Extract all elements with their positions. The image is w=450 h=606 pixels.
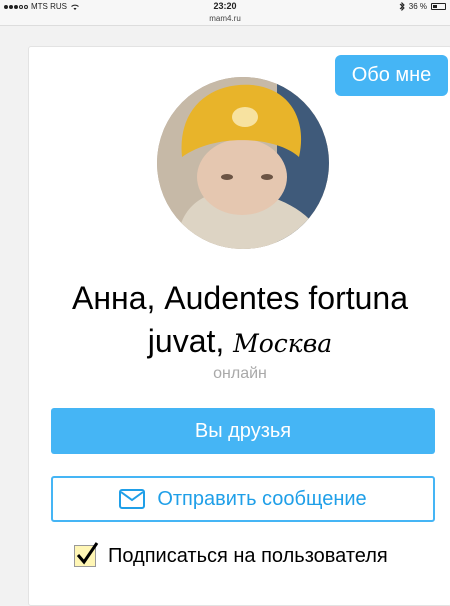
profile-city: Москва	[233, 329, 333, 358]
subscribe-checkbox[interactable]	[74, 542, 99, 567]
friends-button[interactable]: Вы друзья	[51, 408, 435, 454]
send-message-label: Отправить сообщение	[157, 487, 367, 510]
avatar	[157, 77, 329, 249]
battery-percent: 36 %	[408, 2, 427, 11]
status-right: 36 %	[399, 2, 446, 11]
avatar-image	[157, 77, 329, 249]
clock: 23:20	[213, 1, 237, 11]
envelope-icon	[119, 489, 146, 509]
online-status: онлайн	[213, 365, 267, 382]
checkmark-icon	[76, 542, 99, 565]
subscribe-toggle[interactable]: Подписаться на пользователя	[74, 542, 388, 570]
profile-name: Анна, Audentes fortuna juvat, Москва	[40, 277, 440, 365]
battery-icon	[431, 3, 446, 10]
status-bar: MTS RUS 23:20 36 %	[0, 0, 450, 14]
url-text: mam4.ru	[209, 14, 241, 23]
subscribe-label: Подписаться на пользователя	[108, 544, 388, 567]
about-me-button[interactable]: Обо мне	[335, 55, 448, 96]
url-bar[interactable]: mam4.ru	[0, 14, 450, 26]
bluetooth-icon	[399, 2, 405, 11]
send-message-button[interactable]: Отправить сообщение	[51, 476, 435, 522]
